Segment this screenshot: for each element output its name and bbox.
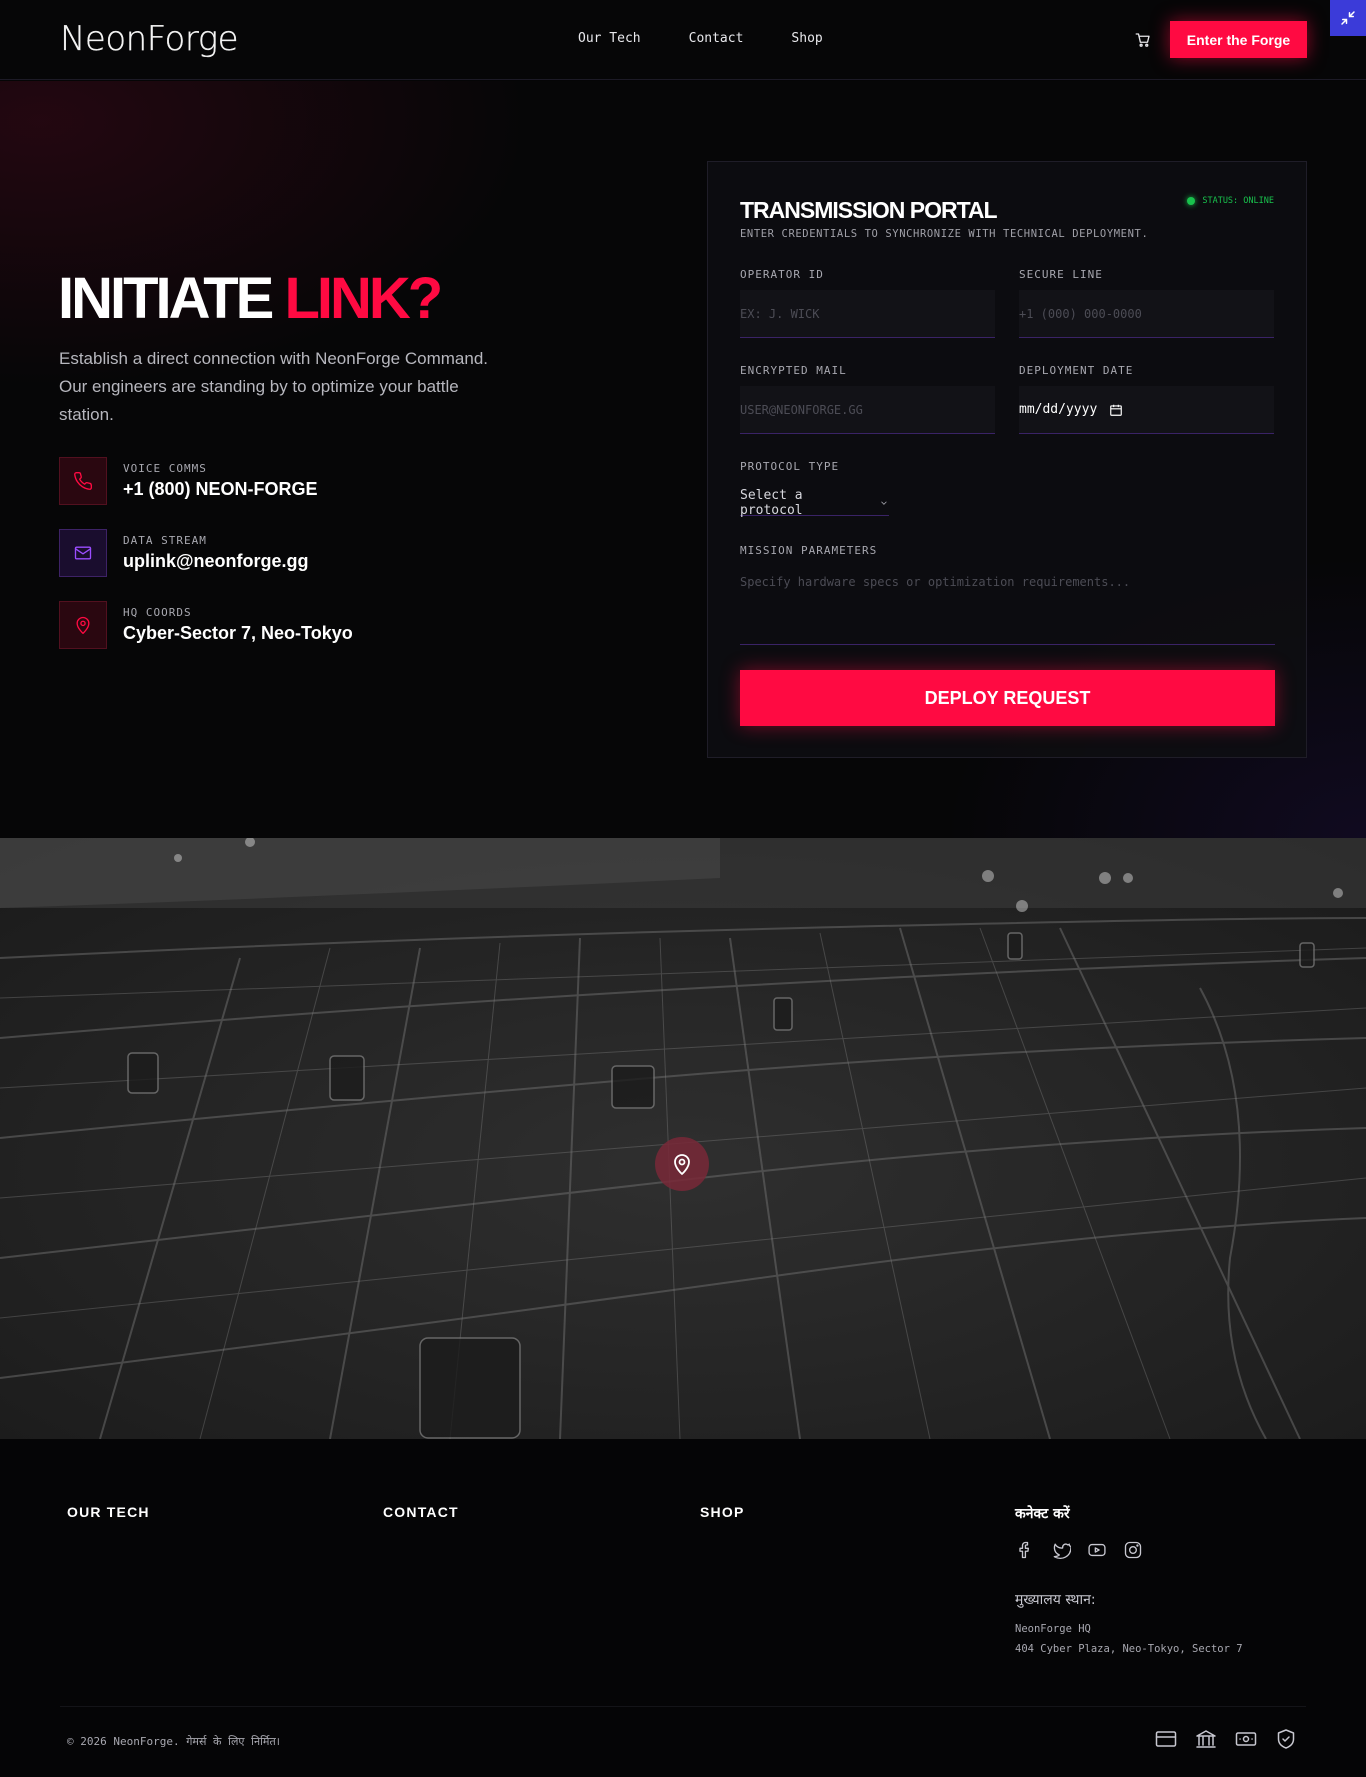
status-dot-icon <box>1187 197 1196 205</box>
transmission-form-card: TRANSMISSION PORTAL ENTER CREDENTIALS TO… <box>707 161 1307 758</box>
protocol-select[interactable]: Select a protocol <box>740 488 889 518</box>
mission-parameters-textarea[interactable]: Specify hardware specs or optimization r… <box>740 575 1275 645</box>
encrypted-mail-label: ENCRYPTED MAIL <box>740 364 847 377</box>
youtube-icon[interactable] <box>1087 1540 1107 1560</box>
voice-value[interactable]: +1 (800) NEON-FORGE <box>123 479 318 500</box>
hero-title-main: INITIATE <box>58 266 274 331</box>
date-value: mm/dd/yyyy <box>1019 402 1098 417</box>
instagram-icon[interactable] <box>1123 1540 1143 1560</box>
nav-contact[interactable]: Contact <box>689 31 744 46</box>
enter-forge-button[interactable]: Enter the Forge <box>1170 21 1307 58</box>
hq-address-line-2: 404 Cyber Plaza, Neo-Tokyo, Sector 7 <box>1015 1643 1243 1655</box>
footer-heading-our-tech[interactable]: OUR TECH <box>67 1504 150 1520</box>
voice-label: VOICE COMMS <box>123 462 207 475</box>
footer-heading-contact[interactable]: CONTACT <box>383 1504 459 1520</box>
deploy-request-button[interactable]: DEPLOY REQUEST <box>740 670 1275 726</box>
contact-data-stream: DATA STREAM uplink@neonforge.gg <box>59 529 309 577</box>
map-pin-icon <box>674 1154 690 1175</box>
form-subtitle: ENTER CREDENTIALS TO SYNCHRONIZE WITH TE… <box>740 228 1149 240</box>
form-title: TRANSMISSION PORTAL <box>740 197 998 223</box>
cash-icon <box>1235 1732 1257 1746</box>
social-links <box>1015 1540 1143 1560</box>
footer-heading-connect: कनेक्ट करें <box>1015 1506 1070 1522</box>
map-location-pin[interactable] <box>655 1137 709 1191</box>
secure-line-input[interactable] <box>1019 290 1274 338</box>
protocol-type-label: PROTOCOL TYPE <box>740 460 840 473</box>
hq-map[interactable] <box>0 838 1366 1439</box>
hero-title-accent: LINK? <box>284 266 443 331</box>
footer-divider <box>60 1706 1306 1707</box>
status-text: STATUS: ONLINE <box>1202 196 1274 206</box>
calendar-icon[interactable] <box>1109 403 1123 417</box>
footer-heading-shop[interactable]: SHOP <box>700 1504 744 1520</box>
bank-icon <box>1196 1730 1216 1748</box>
minimize-arrows-icon <box>1341 11 1355 25</box>
nav-shop[interactable]: Shop <box>791 31 822 46</box>
site-header: NeonForge Our Tech Contact Shop Enter th… <box>0 0 1366 80</box>
hq-address-line-1: NeonForge HQ <box>1015 1623 1091 1635</box>
encrypted-mail-input[interactable] <box>740 386 995 434</box>
deployment-date-input[interactable]: mm/dd/yyyy <box>1019 386 1274 434</box>
contact-hero: INITIATE LINK? Establish a direct connec… <box>0 81 1366 838</box>
phone-icon-box <box>59 457 107 505</box>
payment-icons <box>1154 1727 1298 1751</box>
mail-icon <box>74 546 92 560</box>
hq-label: HQ COORDS <box>123 606 192 619</box>
hq-value: Cyber-Sector 7, Neo-Tokyo <box>123 623 353 643</box>
logo[interactable]: NeonForge <box>60 19 239 59</box>
twitter-icon[interactable] <box>1051 1540 1071 1560</box>
cart-icon[interactable] <box>1134 31 1152 49</box>
protocol-select-value: Select a protocol <box>740 488 803 518</box>
secure-line-label: SECURE LINE <box>1019 268 1103 281</box>
contact-hq: HQ COORDS Cyber-Sector 7, Neo-Tokyo <box>59 601 353 649</box>
operator-id-input[interactable] <box>740 290 995 338</box>
email-value[interactable]: uplink@neonforge.gg <box>123 551 309 572</box>
facebook-icon[interactable] <box>1015 1540 1035 1560</box>
copyright-text: © 2026 NeonForge. गेमर्स के लिए निर्मित। <box>67 1735 280 1748</box>
deployment-date-label: DEPLOYMENT DATE <box>1019 364 1134 377</box>
collapse-widget-button[interactable] <box>1330 0 1366 36</box>
main-nav: Our Tech Contact Shop <box>578 31 823 46</box>
map-pin-icon-box <box>59 601 107 649</box>
nav-our-tech[interactable]: Our Tech <box>578 31 641 46</box>
shield-check-icon <box>1277 1729 1295 1749</box>
status-badge: STATUS: ONLINE <box>1187 196 1274 206</box>
hero-title: INITIATE LINK? <box>58 265 443 332</box>
hq-location-title: मुख्यालय स्थान: <box>1015 1592 1096 1608</box>
phone-icon <box>74 471 93 490</box>
email-label: DATA STREAM <box>123 534 207 547</box>
mission-parameters-label: MISSION PARAMETERS <box>740 544 878 557</box>
operator-id-label: OPERATOR ID <box>740 268 824 281</box>
hero-description: Establish a direct connection with NeonF… <box>59 349 488 424</box>
credit-card-icon <box>1155 1731 1177 1747</box>
map-pin-icon <box>76 616 90 634</box>
chevron-down-icon <box>881 501 887 505</box>
site-footer: OUR TECH CONTACT SHOP कनेक्ट करें मुख्या… <box>0 1439 1366 1777</box>
contact-voice: VOICE COMMS +1 (800) NEON-FORGE <box>59 457 318 505</box>
mail-icon-box <box>59 529 107 577</box>
